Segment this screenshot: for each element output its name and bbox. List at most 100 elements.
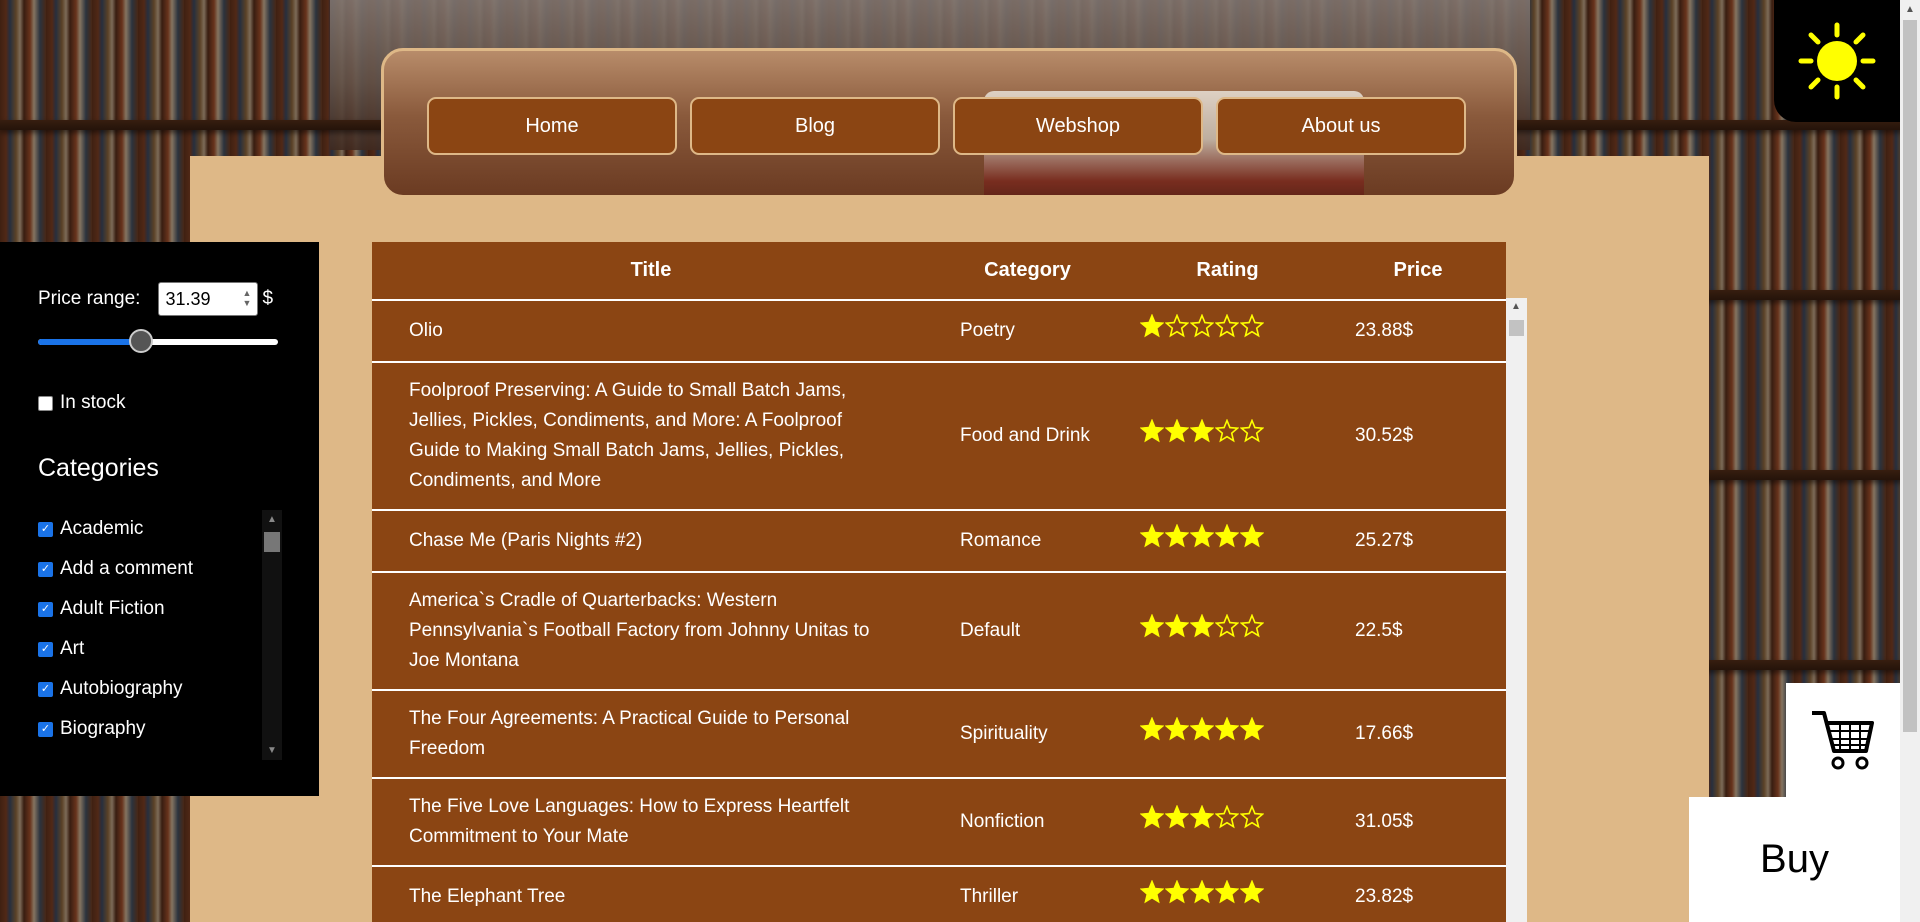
shopping-cart-button[interactable] — [1786, 683, 1900, 797]
category-item[interactable]: Add a comment — [38, 549, 282, 589]
book-title-cell: The Elephant Tree — [372, 865, 930, 922]
book-rating-cell — [1125, 777, 1330, 866]
scroll-down-icon[interactable]: ▼ — [267, 745, 277, 756]
rating-column-header[interactable]: Rating — [1125, 242, 1330, 301]
star-filled-icon — [1190, 614, 1214, 638]
number-spinner-icon[interactable]: ▲ ▼ — [243, 288, 252, 308]
star-filled-icon — [1140, 524, 1164, 548]
star-empty-icon — [1215, 614, 1239, 638]
price-range-input[interactable]: 31.39 ▲ ▼ — [158, 282, 259, 316]
category-item[interactable]: Art — [38, 629, 282, 669]
table-scroll-thumb[interactable] — [1509, 320, 1524, 336]
book-rating-cell — [1125, 865, 1330, 922]
star-empty-icon — [1190, 314, 1214, 338]
book-rating-cell — [1125, 689, 1330, 778]
table-header-row: Title Category Rating Price — [372, 242, 1506, 301]
category-label: Add a comment — [60, 558, 194, 579]
title-column-header[interactable]: Title — [372, 242, 930, 301]
rating-stars — [1140, 880, 1264, 904]
book-rating-cell — [1125, 509, 1330, 572]
category-checkbox[interactable] — [38, 601, 53, 617]
star-filled-icon — [1165, 880, 1189, 904]
table-scrollbar[interactable]: ▲ — [1506, 298, 1527, 922]
books-table: Title Category Rating Price Olio Poetry 23… — [372, 242, 1506, 922]
price-range-label: Price range: — [38, 288, 141, 309]
book-title-cell: The Four Agreements: A Practical Guide t… — [372, 689, 930, 778]
nav-blog-button[interactable]: Blog — [690, 97, 940, 155]
book-price-cell: 23.88$ — [1330, 299, 1506, 362]
star-filled-icon — [1190, 880, 1214, 904]
star-filled-icon — [1140, 614, 1164, 638]
category-label: Biography — [60, 718, 146, 739]
table-row[interactable]: Foolproof Preserving: A Guide to Small B… — [372, 361, 1506, 510]
star-filled-icon — [1140, 419, 1164, 443]
table-row[interactable]: Olio Poetry 23.88$ — [372, 299, 1506, 362]
category-item[interactable]: Business — [38, 749, 282, 759]
category-item[interactable]: Biography — [38, 709, 282, 749]
category-item[interactable]: Autobiography — [38, 669, 282, 709]
category-checkbox[interactable] — [38, 521, 53, 537]
star-filled-icon — [1140, 314, 1164, 338]
rating-stars — [1140, 614, 1264, 638]
categories-heading: Categories — [38, 454, 159, 482]
nav-home-button[interactable]: Home — [427, 97, 677, 155]
star-filled-icon — [1215, 717, 1239, 741]
category-checkbox[interactable] — [38, 561, 53, 577]
category-checkbox[interactable] — [38, 641, 53, 657]
book-price-cell: 17.66$ — [1330, 689, 1506, 778]
rating-stars — [1140, 314, 1264, 338]
table-row[interactable]: America`s Cradle of Quarterbacks: Wester… — [372, 571, 1506, 690]
price-column-header[interactable]: Price — [1330, 242, 1506, 301]
book-rating-cell — [1125, 361, 1330, 510]
star-filled-icon — [1190, 524, 1214, 548]
star-empty-icon — [1240, 419, 1264, 443]
star-empty-icon — [1240, 614, 1264, 638]
filter-sidebar: Price range: 31.39 ▲ ▼ $ In stock Categor… — [0, 242, 319, 796]
star-filled-icon — [1140, 717, 1164, 741]
category-item[interactable]: Academic — [38, 509, 282, 549]
price-range-row: Price range: 31.39 ▲ ▼ $ — [38, 282, 273, 316]
price-range-value: 31.39 — [165, 288, 211, 309]
star-empty-icon — [1240, 314, 1264, 338]
category-column-header[interactable]: Category — [930, 242, 1125, 301]
star-filled-icon — [1165, 717, 1189, 741]
book-title-cell: Olio — [372, 299, 930, 362]
star-filled-icon — [1165, 614, 1189, 638]
scroll-up-icon[interactable]: ▲ — [1905, 4, 1915, 15]
buy-button[interactable]: Buy — [1689, 797, 1900, 922]
category-checkbox[interactable] — [38, 721, 53, 737]
page-scroll-thumb[interactable] — [1903, 20, 1917, 732]
categories-scrollbar[interactable]: ▲ ▼ — [262, 510, 282, 760]
table-row[interactable]: The Five Love Languages: How to Express … — [372, 777, 1506, 866]
table-row[interactable]: The Four Agreements: A Practical Guide t… — [372, 689, 1506, 778]
table-row[interactable]: The Elephant Tree Thriller 23.82$ — [372, 865, 1506, 922]
book-price-cell: 31.05$ — [1330, 777, 1506, 866]
category-checkbox[interactable] — [38, 681, 53, 697]
categories-scroll-thumb[interactable] — [264, 532, 280, 552]
book-price-cell: 22.5$ — [1330, 571, 1506, 690]
scroll-up-icon[interactable]: ▲ — [267, 514, 277, 525]
nav-about-button[interactable]: About us — [1216, 97, 1466, 155]
book-category-cell: Food and Drink — [930, 361, 1125, 510]
in-stock-filter[interactable]: In stock — [38, 392, 125, 414]
nav-webshop-button[interactable]: Webshop — [953, 97, 1203, 155]
page-scrollbar[interactable]: ▲ — [1900, 0, 1920, 922]
book-price-cell: 23.82$ — [1330, 865, 1506, 922]
star-filled-icon — [1240, 524, 1264, 548]
category-label: Autobiography — [60, 678, 183, 699]
book-category-cell: Spirituality — [930, 689, 1125, 778]
star-empty-icon — [1215, 314, 1239, 338]
rating-stars — [1140, 717, 1264, 741]
sun-icon — [1798, 22, 1876, 100]
in-stock-checkbox[interactable] — [38, 395, 53, 411]
slider-handle[interactable] — [129, 329, 154, 353]
scroll-up-icon[interactable]: ▲ — [1511, 301, 1521, 312]
category-item[interactable]: Adult Fiction — [38, 589, 282, 629]
star-empty-icon — [1240, 805, 1264, 829]
table-row[interactable]: Chase Me (Paris Nights #2) Romance 25.27$ — [372, 509, 1506, 572]
theme-toggle-button[interactable] — [1774, 0, 1900, 122]
price-range-slider[interactable] — [38, 329, 278, 353]
categories-list: Academic Add a comment Adult Fiction Art Aut… — [38, 509, 282, 759]
book-category-cell: Thriller — [930, 865, 1125, 922]
book-category-cell: Nonfiction — [930, 777, 1125, 866]
